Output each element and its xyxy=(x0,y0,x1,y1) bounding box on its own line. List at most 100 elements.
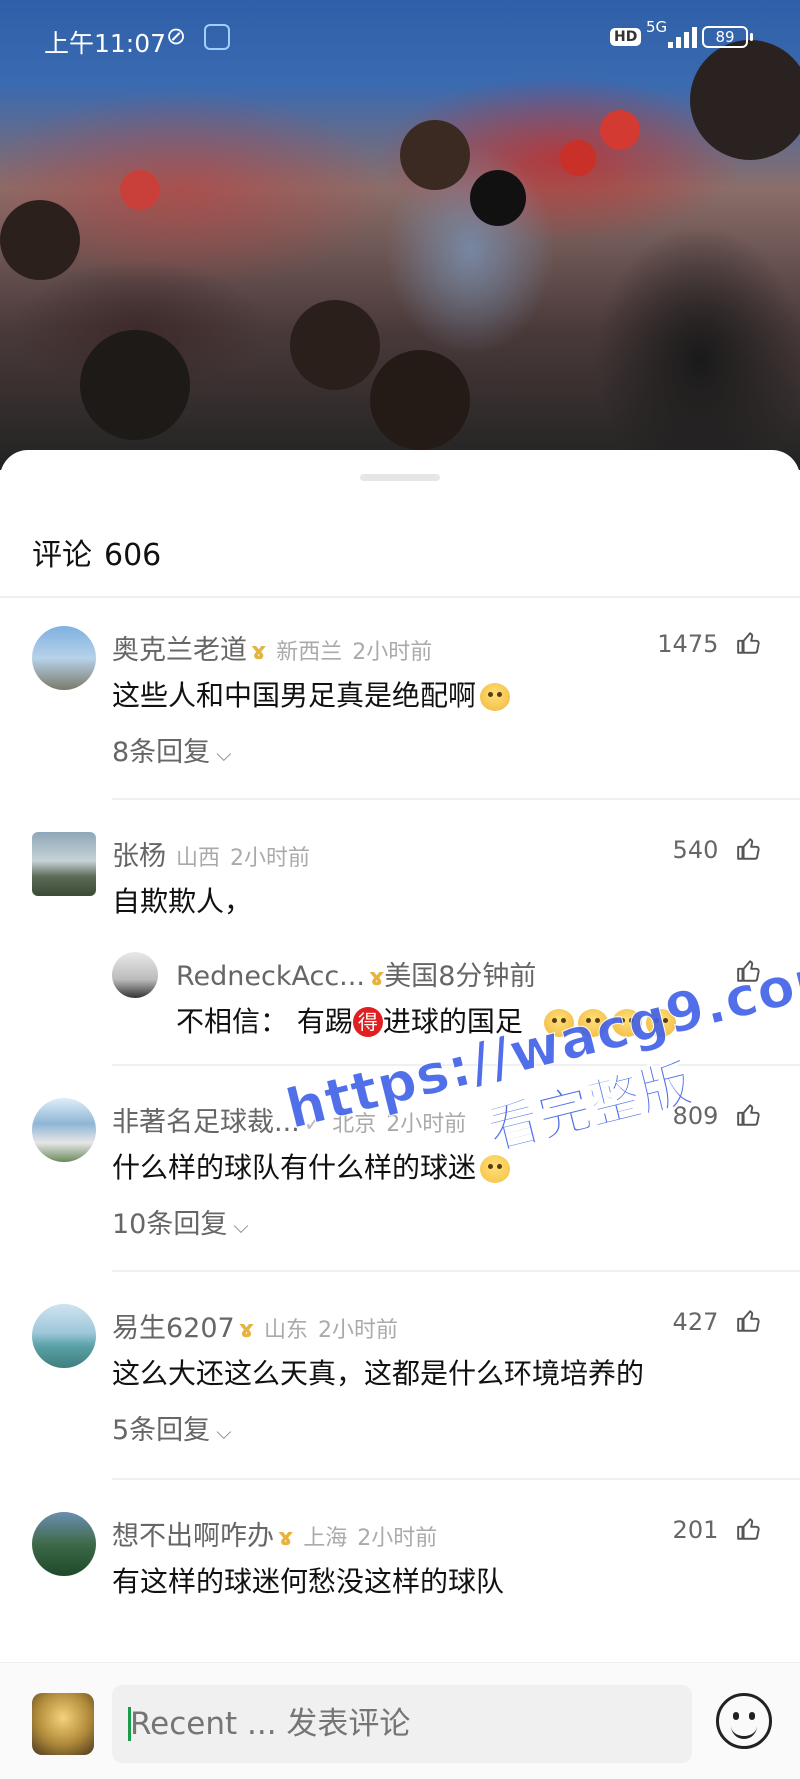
emoji-button[interactable] xyxy=(716,1693,772,1749)
comments-count: 606 xyxy=(104,538,162,573)
reply-like-button[interactable] xyxy=(726,958,762,984)
replies-label: 10条回复 xyxy=(112,1209,228,1240)
location: 山西 xyxy=(176,846,221,871)
thumbs-up-icon xyxy=(737,1104,760,1126)
doge-emoji-icon xyxy=(645,1009,676,1037)
avatar[interactable] xyxy=(32,832,96,896)
location: 山东 xyxy=(263,1318,308,1343)
replies-label: 8条回复 xyxy=(112,737,211,768)
crowd-figure xyxy=(120,170,160,210)
thumbs-up-icon xyxy=(737,632,760,654)
divider xyxy=(0,596,800,598)
crowd-figure xyxy=(600,110,640,150)
smiley-icon xyxy=(731,1724,757,1739)
avatar[interactable] xyxy=(32,1512,96,1576)
comments-header: 评论 606 xyxy=(32,530,173,574)
timestamp: 2小时前 xyxy=(357,1526,438,1551)
doge-emoji-icon xyxy=(480,683,511,711)
divider xyxy=(112,798,800,800)
like-count: 540 xyxy=(672,836,719,864)
comment-text-content: 什么样的球队有什么样的球迷 xyxy=(112,1151,477,1184)
text-caret xyxy=(128,1707,131,1741)
video-player[interactable]: 上午11:07 ⊘ HD 5G 89 xyxy=(0,0,800,470)
divider xyxy=(112,1064,800,1066)
comment-item[interactable]: 想不出啊咋办 ɤ 上海 2小时前 201 有这样的球迷何愁没这样的球队 xyxy=(0,1512,800,1612)
drag-handle[interactable] xyxy=(360,474,440,481)
avatar[interactable] xyxy=(32,1098,96,1162)
reply-text: 不相信： 有踢得进球的国足 xyxy=(176,1000,676,1040)
timestamp: 2小时前 xyxy=(317,1318,398,1343)
comment-meta: 易生6207 ɤ 山东 2小时前 xyxy=(112,1306,398,1345)
crowd-figure xyxy=(290,300,380,390)
crowd-figure xyxy=(370,350,470,450)
like-count: 1475 xyxy=(657,630,719,658)
comment-item[interactable]: 易生6207 ɤ 山东 2小时前 427 这么大还这么天真，这都是什么环境培养的 5条… xyxy=(0,1304,800,1447)
crying-laugh-emoji-icon xyxy=(480,1155,511,1183)
mute-icon: ⊘ xyxy=(166,22,187,50)
reply-text-before: 不相信： 有踢 xyxy=(176,1005,353,1038)
crowd-figure xyxy=(0,200,80,280)
thumbs-up-icon xyxy=(737,1518,760,1540)
chevron-down-icon: ⌵ xyxy=(216,1420,232,1444)
like-button[interactable]: 427 xyxy=(673,1308,762,1336)
comment-input[interactable] xyxy=(112,1685,692,1763)
signal-icon xyxy=(668,26,698,48)
reply-username[interactable]: RedneckAcc... xyxy=(176,961,365,992)
doge-emoji-icon xyxy=(543,1009,574,1037)
like-button[interactable]: 809 xyxy=(673,1102,762,1130)
verified-icon: ✓ xyxy=(303,1112,323,1137)
like-count: 427 xyxy=(672,1308,719,1336)
network-type: 5G xyxy=(646,18,668,36)
crowd-figure xyxy=(470,170,526,226)
crowd-figure xyxy=(400,120,470,190)
username[interactable]: 非著名足球裁... xyxy=(112,1107,300,1138)
like-button[interactable]: 1475 xyxy=(657,630,762,658)
location: 上海 xyxy=(303,1526,348,1551)
comment-composer-bar xyxy=(0,1662,800,1779)
reply-timestamp: 8分钟前 xyxy=(438,961,537,992)
comment-item[interactable]: 非著名足球裁... ✓ 北京 2小时前 809 什么样的球队有什么样的球迷 10条回复… xyxy=(0,1098,800,1241)
creator-badge-icon: ɤ xyxy=(368,963,385,991)
comment-text: 这些人和中国男足真是绝配啊 xyxy=(112,674,511,714)
like-count: 201 xyxy=(672,1516,719,1544)
replies-label: 5条回复 xyxy=(112,1415,211,1446)
de-character-badge: 得 xyxy=(352,1007,383,1037)
reply-meta: RedneckAcc... ɤ美国8分钟前 xyxy=(176,954,536,993)
timestamp: 2小时前 xyxy=(386,1112,467,1137)
my-avatar[interactable] xyxy=(32,1693,94,1755)
reply-location: 美国 xyxy=(384,961,439,992)
comment-text: 什么样的球队有什么样的球迷 xyxy=(112,1146,511,1186)
comment-item[interactable]: 张杨 山西 2小时前 540 自欺欺人， RedneckAcc... ɤ美国8分钟前 … xyxy=(0,832,800,1038)
doge-emoji-icon xyxy=(611,1009,642,1037)
chevron-down-icon: ⌵ xyxy=(233,1214,249,1238)
view-replies-button[interactable]: 8条回复 ⌵ xyxy=(112,730,231,769)
comment-item[interactable]: 奥克兰老道 ɤ 新西兰 2小时前 1475 这些人和中国男足真是绝配啊 8条回复 ⌵ xyxy=(0,626,800,769)
view-replies-button[interactable]: 10条回复 ⌵ xyxy=(112,1202,249,1241)
like-button[interactable]: 540 xyxy=(673,836,762,864)
app-notification-icon xyxy=(204,24,230,50)
location: 新西兰 xyxy=(276,640,343,665)
status-bar: 上午11:07 ⊘ HD 5G 89 xyxy=(0,0,800,74)
view-replies-button[interactable]: 5条回复 ⌵ xyxy=(112,1408,231,1447)
username[interactable]: 易生6207 xyxy=(112,1313,235,1344)
hd-icon: HD xyxy=(610,28,642,46)
comment-text: 有这样的球迷何愁没这样的球队 xyxy=(112,1565,505,1598)
username[interactable]: 想不出啊咋办 xyxy=(112,1521,274,1552)
reply-item[interactable]: RedneckAcc... ɤ美国8分钟前 不相信： 有踢得进球的国足 xyxy=(112,952,800,1042)
status-time: 上午11:07 xyxy=(44,29,167,58)
timestamp: 2小时前 xyxy=(352,640,433,665)
battery-tip xyxy=(750,33,753,41)
username[interactable]: 张杨 xyxy=(112,841,166,872)
avatar[interactable] xyxy=(32,626,96,690)
reply-avatar[interactable] xyxy=(112,952,158,998)
divider xyxy=(112,1478,800,1480)
like-button[interactable]: 201 xyxy=(673,1516,762,1544)
comment-meta: 非著名足球裁... ✓ 北京 2小时前 xyxy=(112,1100,466,1139)
avatar[interactable] xyxy=(32,1304,96,1368)
like-count: 809 xyxy=(672,1102,719,1130)
divider xyxy=(112,1270,800,1272)
crowd-figure xyxy=(80,330,190,440)
username[interactable]: 奥克兰老道 xyxy=(112,635,247,666)
thumbs-up-icon xyxy=(737,1310,760,1332)
comments-label: 评论 xyxy=(32,538,92,573)
